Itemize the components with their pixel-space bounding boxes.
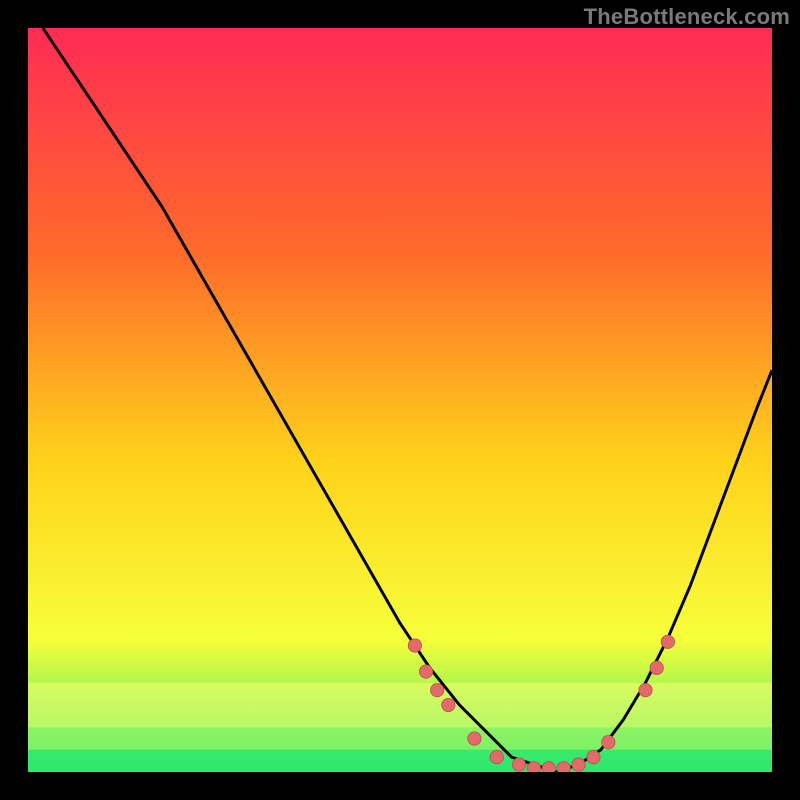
chart-container: TheBottleneck.com [0, 0, 800, 800]
marker-4 [468, 732, 481, 745]
marker-3 [442, 698, 455, 711]
marker-13 [639, 683, 652, 696]
marker-8 [542, 762, 555, 772]
chart-plot [28, 28, 772, 772]
marker-0 [408, 639, 421, 652]
marker-5 [490, 750, 503, 763]
watermark-text: TheBottleneck.com [584, 4, 790, 30]
marker-15 [661, 635, 674, 648]
chart-svg [28, 28, 772, 772]
marker-14 [650, 661, 663, 674]
band-lightgreen [28, 727, 772, 749]
band-paleyellow [28, 683, 772, 728]
marker-6 [512, 758, 525, 771]
marker-1 [419, 665, 432, 678]
chart-bands [28, 683, 772, 772]
band-green-band [28, 750, 772, 772]
marker-9 [557, 762, 570, 772]
marker-7 [527, 762, 540, 772]
chart-background [28, 28, 772, 772]
marker-11 [587, 750, 600, 763]
marker-2 [431, 683, 444, 696]
marker-12 [602, 736, 615, 749]
marker-10 [572, 758, 585, 771]
